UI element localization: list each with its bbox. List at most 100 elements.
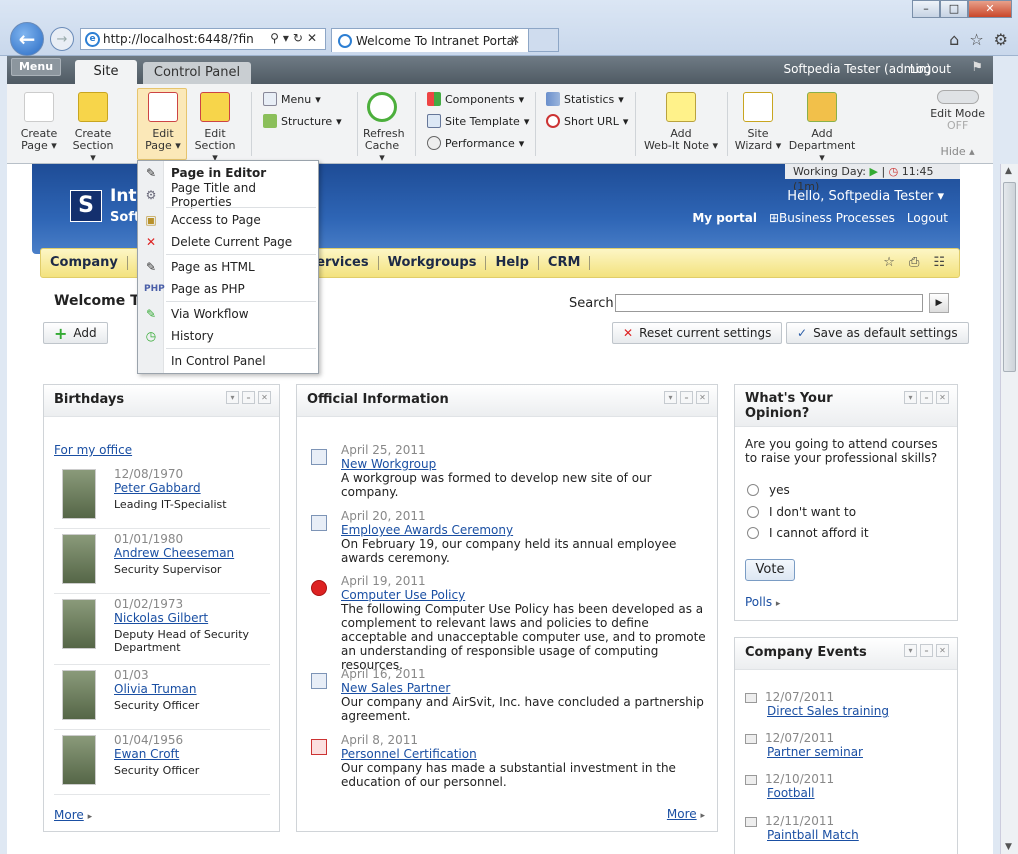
address-tools-icon[interactable]: ⚲▾↻✕ <box>270 31 321 45</box>
browser-tab[interactable]: Welcome To Intranet Portal ✕ <box>331 28 529 52</box>
settings-icon[interactable]: ▾ <box>904 391 917 404</box>
poll-option[interactable]: I cannot afford it <box>747 526 869 540</box>
close-icon[interactable]: ✕ <box>936 391 949 404</box>
event-title[interactable]: Football <box>767 786 815 800</box>
menu-dropdown[interactable]: Menu ▾ <box>263 92 321 106</box>
news-title[interactable]: New Sales Partner <box>341 681 450 695</box>
person-name[interactable]: Ewan Croft <box>114 747 179 761</box>
minimize-icon[interactable]: – <box>680 391 693 404</box>
maximize-button[interactable]: □ <box>940 0 968 18</box>
close-window-button[interactable]: ✕ <box>968 0 1012 18</box>
site-template-dropdown[interactable]: Site Template ▾ <box>427 114 529 128</box>
person-name[interactable]: Olivia Truman <box>114 682 196 696</box>
close-tab-icon[interactable]: ✕ <box>510 33 520 47</box>
close-icon[interactable]: ✕ <box>258 391 271 404</box>
favorites-icon[interactable]: ☆ <box>969 30 983 49</box>
print-icon[interactable]: ⎙ <box>909 255 919 270</box>
working-day-bar[interactable]: Working Day: ▶ | ◷ 11:45 (1m) <box>785 164 960 193</box>
person-name[interactable]: Nickolas Gilbert <box>114 611 208 625</box>
dd-delete-page[interactable]: ✕ Delete Current Page <box>138 231 318 253</box>
birthdays-more[interactable]: More ▸ <box>54 808 92 822</box>
event-title[interactable]: Partner seminar <box>767 745 863 759</box>
add-department-button[interactable]: Add Department ▾ <box>787 92 857 164</box>
performance-dropdown[interactable]: Performance ▾ <box>427 136 524 150</box>
structure-dropdown[interactable]: Structure ▾ <box>263 114 342 128</box>
official-more-link[interactable]: More <box>667 807 697 821</box>
vote-button[interactable]: Vote <box>745 559 795 581</box>
polls-link-wrap[interactable]: Polls ▸ <box>745 595 780 609</box>
settings-gear-icon[interactable]: ⚙ <box>994 30 1008 49</box>
dd-page-title-properties[interactable]: ⚙ Page Title and Properties <box>138 181 318 209</box>
my-portal-link[interactable]: My portal <box>692 211 757 225</box>
search-go-button[interactable]: ▶ <box>929 293 949 313</box>
admin-logout-link[interactable]: Logout <box>910 62 951 76</box>
tab-control-panel[interactable]: Control Panel <box>143 62 251 84</box>
event-title[interactable]: Paintball Match <box>767 828 859 842</box>
search-input[interactable] <box>615 294 923 312</box>
admin-user[interactable]: Softpedia Tester (admin) <box>783 62 931 76</box>
edit-page-button[interactable]: Edit Page ▾ <box>143 92 183 152</box>
settings-icon[interactable]: ▾ <box>904 644 917 657</box>
close-icon[interactable]: ✕ <box>696 391 709 404</box>
save-default-button[interactable]: ✓ Save as default settings <box>786 322 969 344</box>
poll-option[interactable]: yes <box>747 483 790 497</box>
birthdays-more-link[interactable]: More <box>54 808 84 822</box>
radio-icon[interactable] <box>747 527 759 539</box>
pin-icon[interactable]: ⚑ <box>971 60 983 75</box>
add-web-it-note-button[interactable]: Add Web-It Note ▾ <box>643 92 719 152</box>
add-button[interactable]: + Add <box>43 322 108 344</box>
news-title[interactable]: Employee Awards Ceremony <box>341 523 513 537</box>
minimize-icon[interactable]: – <box>920 644 933 657</box>
refresh-cache-button[interactable]: Refresh Cache ▾ <box>363 92 405 164</box>
short-url-dropdown[interactable]: Short URL ▾ <box>546 114 628 128</box>
play-icon[interactable]: ▶ <box>870 165 878 178</box>
site-wizard-button[interactable]: Site Wizard ▾ <box>733 92 783 152</box>
polls-link[interactable]: Polls <box>745 595 772 609</box>
person-name[interactable]: Peter Gabbard <box>114 481 201 495</box>
nav-workgroups[interactable]: Workgroups <box>379 256 487 270</box>
nav-company[interactable]: Company <box>41 256 128 270</box>
address-bar[interactable]: e http://localhost:6448/?fin ⚲▾↻✕ <box>80 28 326 50</box>
nav-crm[interactable]: CRM <box>539 256 591 270</box>
menu-button[interactable]: Menu <box>11 58 61 76</box>
settings-icon[interactable]: ▾ <box>226 391 239 404</box>
create-section-button[interactable]: Create Section ▾ <box>71 92 115 164</box>
site-logo[interactable]: S <box>70 190 102 222</box>
scroll-up-icon[interactable]: ▲ <box>1005 166 1012 176</box>
minimize-button[interactable]: – <box>912 0 940 18</box>
dd-page-as-php[interactable]: PHP Page as PHP <box>138 278 318 300</box>
tab-site[interactable]: Site <box>75 60 137 84</box>
minimize-icon[interactable]: – <box>920 391 933 404</box>
news-title[interactable]: New Workgroup <box>341 457 436 471</box>
dd-history[interactable]: ◷ History <box>138 325 318 347</box>
scroll-thumb[interactable] <box>1003 182 1016 372</box>
create-page-button[interactable]: Create Page ▾ <box>19 92 59 152</box>
event-title[interactable]: Direct Sales training <box>767 704 889 718</box>
minimize-icon[interactable]: – <box>242 391 255 404</box>
forward-button[interactable]: → <box>50 27 74 51</box>
new-tab-button[interactable] <box>529 28 559 52</box>
dd-in-control-panel[interactable]: In Control Panel <box>138 350 318 372</box>
official-more[interactable]: More ▸ <box>667 807 705 821</box>
edit-section-button[interactable]: Edit Section ▾ <box>193 92 237 164</box>
statistics-dropdown[interactable]: Statistics ▾ <box>546 92 624 106</box>
hide-panel-link[interactable]: Hide <box>941 145 966 158</box>
components-dropdown[interactable]: Components ▾ <box>427 92 524 106</box>
reset-settings-button[interactable]: ✕ Reset current settings <box>612 322 783 344</box>
vertical-scrollbar[interactable]: ▲ ▼ <box>1000 164 1018 854</box>
news-title[interactable]: Personnel Certification <box>341 747 477 761</box>
user-greeting[interactable]: Hello, Softpedia Tester ▾ <box>787 189 944 204</box>
close-icon[interactable]: ✕ <box>936 644 949 657</box>
dd-page-as-html[interactable]: ✎ Page as HTML <box>138 256 318 278</box>
business-processes-link[interactable]: ⊞Business Processes <box>769 211 895 225</box>
nav-help[interactable]: Help <box>486 256 539 270</box>
site-logout-link[interactable]: Logout <box>907 211 948 225</box>
sitemap-icon[interactable]: ☷ <box>933 255 945 270</box>
dd-access-to-page[interactable]: ▣ Access to Page <box>138 209 318 231</box>
poll-option[interactable]: I don't want to <box>747 505 856 519</box>
settings-icon[interactable]: ▾ <box>664 391 677 404</box>
edit-mode-toggle[interactable]: Edit Mode OFF Hide ▴ <box>930 90 985 158</box>
favorite-star-icon[interactable]: ☆ <box>883 255 895 270</box>
news-title[interactable]: Computer Use Policy <box>341 588 465 602</box>
radio-icon[interactable] <box>747 506 759 518</box>
